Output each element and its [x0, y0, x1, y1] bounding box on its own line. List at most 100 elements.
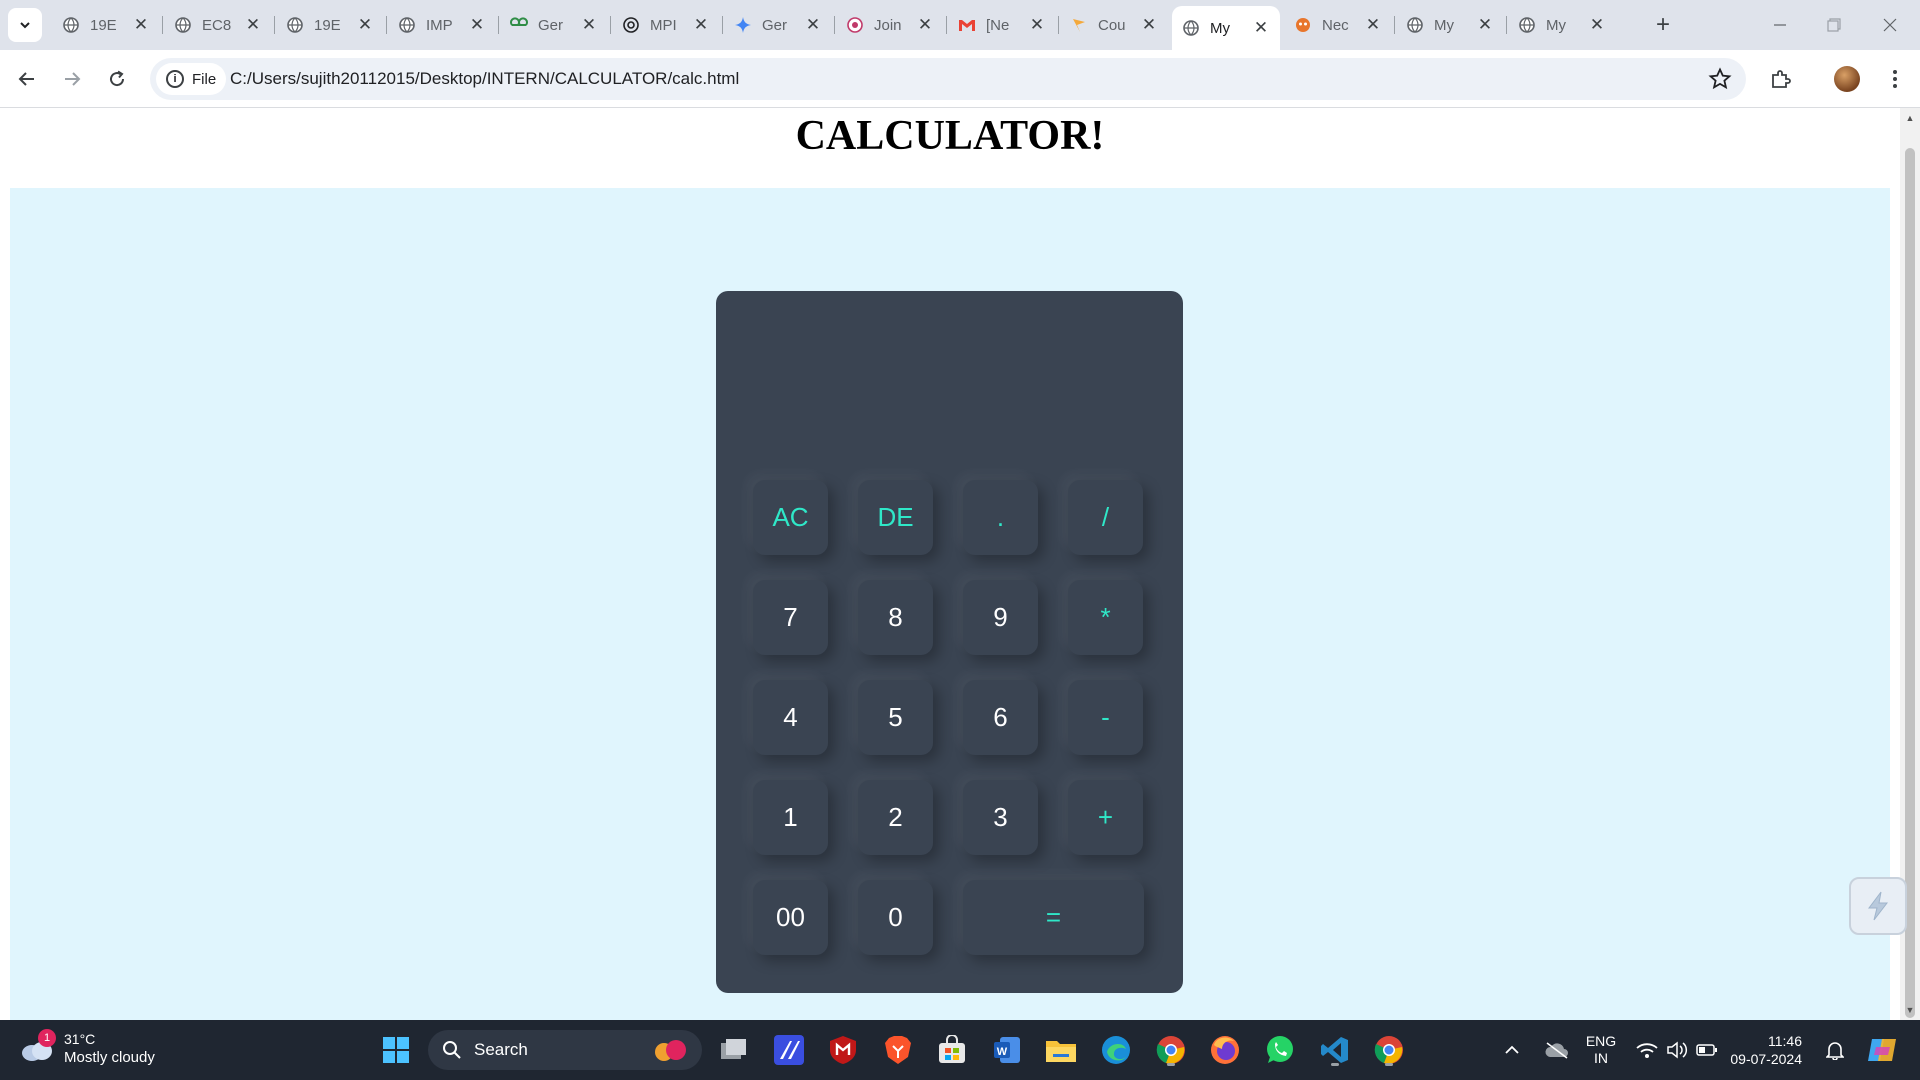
calc-key[interactable]: -	[1068, 680, 1143, 755]
language-indicator[interactable]: ENG IN	[1580, 1020, 1622, 1080]
tab-close-icon[interactable]: ✕	[1252, 19, 1270, 37]
tab-close-icon[interactable]: ✕	[468, 16, 486, 34]
calc-key[interactable]: 8	[858, 580, 933, 655]
tab-close-icon[interactable]: ✕	[244, 16, 262, 34]
taskbar-app-store[interactable]	[934, 1032, 970, 1068]
browser-tab[interactable]: Ger ✕	[500, 6, 608, 44]
tab-search-button[interactable]	[8, 8, 42, 42]
start-button[interactable]	[378, 1032, 414, 1068]
tab-separator	[722, 16, 723, 34]
tab-separator	[946, 16, 947, 34]
site-info-chip[interactable]: i File	[156, 63, 227, 95]
calc-key[interactable]: 0	[858, 880, 933, 955]
notifications-button[interactable]	[1822, 1020, 1848, 1080]
taskbar-app-file-explorer[interactable]	[1043, 1032, 1079, 1068]
tray-battery[interactable]	[1694, 1020, 1720, 1080]
calc-key[interactable]: =	[963, 880, 1144, 955]
browser-tab[interactable]: Cou ✕	[1060, 6, 1168, 44]
taskbar-app-whatsapp[interactable]	[1262, 1032, 1298, 1068]
forward-button[interactable]	[55, 62, 89, 96]
task-view-button[interactable]	[716, 1032, 752, 1068]
browser-menu-button[interactable]	[1880, 64, 1910, 94]
close-window-button[interactable]	[1862, 0, 1918, 50]
taskbar-app-chrome-1[interactable]	[1153, 1032, 1189, 1068]
browser-tab[interactable]: Ger ✕	[724, 6, 832, 44]
system-clock[interactable]: 11:46 09-07-2024	[1726, 1020, 1802, 1080]
browser-tab[interactable]: My ✕	[1172, 6, 1280, 50]
tab-close-icon[interactable]: ✕	[356, 16, 374, 34]
tray-wifi[interactable]	[1634, 1020, 1660, 1080]
calc-key[interactable]: *	[1068, 580, 1143, 655]
calc-key[interactable]: +	[1068, 780, 1143, 855]
tab-close-icon[interactable]: ✕	[692, 16, 710, 34]
folder-icon	[1046, 1041, 1076, 1062]
calc-key[interactable]: AC	[753, 480, 828, 555]
tray-overflow-button[interactable]	[1498, 1020, 1526, 1080]
floating-widget-button[interactable]	[1849, 877, 1907, 935]
calc-key[interactable]: 6	[963, 680, 1038, 755]
browser-tab[interactable]: Join ✕	[836, 6, 944, 44]
browser-tab[interactable]: 19E ✕	[52, 6, 160, 44]
tab-close-icon[interactable]: ✕	[1364, 16, 1382, 34]
weather-widget[interactable]: 1 31°C Mostly cloudy	[20, 1029, 155, 1068]
tab-close-icon[interactable]: ✕	[132, 16, 150, 34]
new-tab-button[interactable]: +	[1650, 12, 1676, 38]
taskbar-search[interactable]: Search	[428, 1030, 702, 1070]
calc-key[interactable]: 9	[963, 580, 1038, 655]
extensions-button[interactable]	[1766, 64, 1796, 94]
geeksforgeeks-icon	[510, 16, 528, 34]
close-icon	[1883, 18, 1897, 32]
scroll-up-arrow[interactable]: ▲	[1900, 108, 1920, 128]
calc-key[interactable]: .	[963, 480, 1038, 555]
calc-key[interactable]: 1	[753, 780, 828, 855]
calc-key[interactable]: 4	[753, 680, 828, 755]
tab-separator	[386, 16, 387, 34]
calc-key[interactable]: DE	[858, 480, 933, 555]
tab-close-icon[interactable]: ✕	[1588, 16, 1606, 34]
taskbar-app-firefox[interactable]	[1207, 1032, 1243, 1068]
calc-key[interactable]: 5	[858, 680, 933, 755]
restore-button[interactable]	[1806, 0, 1862, 50]
tab-separator	[162, 16, 163, 34]
reload-button[interactable]	[100, 62, 134, 96]
calc-key[interactable]: 7	[753, 580, 828, 655]
tab-close-icon[interactable]: ✕	[804, 16, 822, 34]
tab-close-icon[interactable]: ✕	[1476, 16, 1494, 34]
tab-separator	[610, 16, 611, 34]
browser-tab[interactable]: Nec ✕	[1284, 6, 1392, 44]
browser-tab[interactable]: [Ne ✕	[948, 6, 1056, 44]
tray-onedrive[interactable]	[1540, 1020, 1574, 1080]
browser-tab[interactable]: EC8 ✕	[164, 6, 272, 44]
minimize-button[interactable]	[1752, 0, 1808, 50]
calc-key[interactable]: 00	[753, 880, 828, 955]
scroll-down-arrow[interactable]: ▼	[1900, 1000, 1920, 1020]
taskbar-app-ai[interactable]	[771, 1032, 807, 1068]
browser-tab[interactable]: My ✕	[1396, 6, 1504, 44]
back-button[interactable]	[10, 62, 44, 96]
taskbar-app-mcafee[interactable]	[825, 1032, 861, 1068]
copilot-button[interactable]	[1862, 1020, 1902, 1080]
bookmark-star-icon[interactable]	[1708, 67, 1732, 91]
calc-key[interactable]: 3	[963, 780, 1038, 855]
browser-tab[interactable]: 19E ✕	[276, 6, 384, 44]
url-text[interactable]: C:/Users/sujith20112015/Desktop/INTERN/C…	[230, 69, 739, 89]
browser-tab[interactable]: IMP ✕	[388, 6, 496, 44]
browser-tab[interactable]: MPI ✕	[612, 6, 720, 44]
tab-title: [Ne	[986, 16, 1010, 34]
calc-key[interactable]: /	[1068, 480, 1143, 555]
tab-close-icon[interactable]: ✕	[1028, 16, 1046, 34]
taskbar-app-word[interactable]: W	[989, 1032, 1025, 1068]
calc-key[interactable]: 2	[858, 780, 933, 855]
taskbar-app-vscode[interactable]	[1317, 1032, 1353, 1068]
tab-close-icon[interactable]: ✕	[1140, 16, 1158, 34]
tray-volume[interactable]	[1664, 1020, 1690, 1080]
taskbar-app-edge[interactable]	[1098, 1032, 1134, 1068]
taskbar-app-brave[interactable]	[880, 1032, 916, 1068]
tab-close-icon[interactable]: ✕	[580, 16, 598, 34]
browser-tab[interactable]: My ✕	[1508, 6, 1616, 44]
taskbar-app-chrome-2[interactable]	[1371, 1032, 1407, 1068]
neo-icon	[1294, 16, 1312, 34]
address-bar[interactable]: i File C:/Users/sujith20112015/Desktop/I…	[150, 58, 1746, 100]
tab-close-icon[interactable]: ✕	[916, 16, 934, 34]
profile-avatar[interactable]	[1834, 66, 1860, 92]
